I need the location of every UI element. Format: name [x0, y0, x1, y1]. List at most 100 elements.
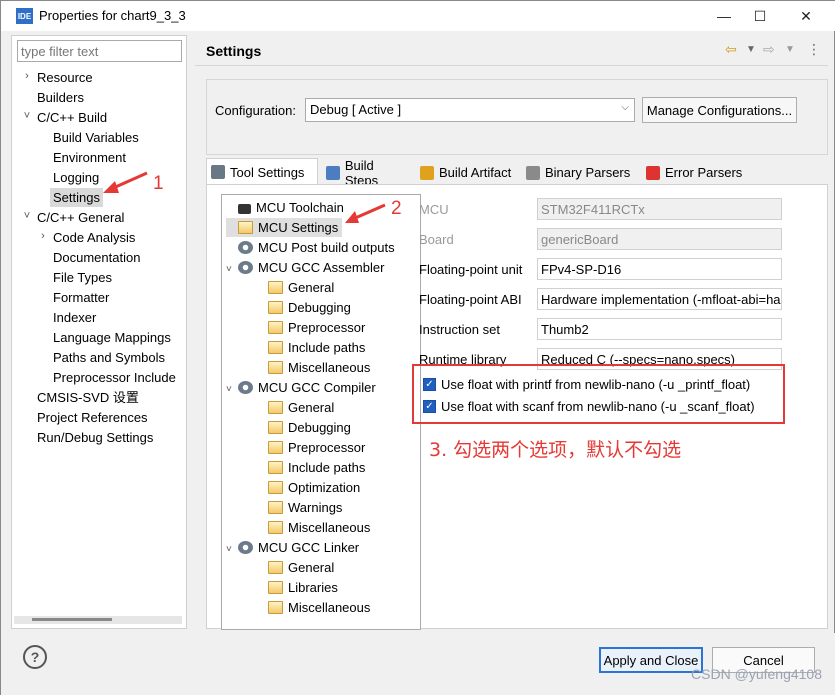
annotation-three: 3. 勾选两个选项，默认不勾选 — [429, 439, 682, 461]
field-label: Board — [419, 232, 454, 247]
tab-error-parsers[interactable]: Error Parsers — [642, 161, 756, 184]
tool-tree-item[interactable]: MCU Settings — [226, 218, 343, 237]
chevron-down-icon: ˅ — [226, 384, 232, 395]
folder-icon — [268, 401, 283, 414]
folder-icon — [268, 481, 283, 494]
forward-arrow-icon[interactable]: ⇨ — [763, 41, 775, 58]
back-dropdown-icon[interactable]: ▼ — [746, 44, 756, 55]
tool-tree-child[interactable]: Warnings — [256, 498, 342, 517]
tool-tree-item[interactable]: MCU Toolchain — [226, 198, 344, 217]
nav-item[interactable]: Builders — [37, 88, 84, 107]
tool-tree-child[interactable]: Include paths — [256, 458, 365, 477]
folder-icon — [268, 561, 283, 574]
folder-icon — [268, 501, 283, 514]
nav-item[interactable]: Code Analysis — [53, 228, 135, 247]
tool-tree-label: MCU GCC Compiler — [258, 380, 376, 395]
tool-tree-label: MCU GCC Linker — [258, 540, 360, 555]
tab-label: Binary Parsers — [545, 165, 631, 180]
tab-tool-settings[interactable]: Tool Settings — [206, 158, 318, 185]
field-value[interactable]: FPv4-SP-D16 — [537, 258, 782, 280]
chevron-down-icon: ˅ — [226, 544, 232, 555]
tool-tree-child[interactable]: Preprocessor — [256, 318, 365, 337]
nav-item[interactable]: Logging — [53, 168, 99, 187]
chevron-down-icon[interactable]: ˅ — [21, 210, 33, 222]
nav-item[interactable]: Formatter — [53, 288, 109, 307]
scrollbar-thumb[interactable] — [32, 618, 112, 621]
tool-tree-child[interactable]: Libraries — [256, 578, 338, 597]
tool-tree-child[interactable]: Miscellaneous — [256, 358, 370, 377]
tab-build-steps[interactable]: Build Steps — [322, 158, 414, 188]
tool-tree-child[interactable]: Miscellaneous — [256, 598, 370, 617]
tool-tree-label: MCU Settings — [258, 220, 339, 235]
chevron-right-icon[interactable]: › — [37, 230, 49, 242]
tool-tree-child[interactable]: Debugging — [256, 298, 351, 317]
tool-tree-label: Optimization — [288, 480, 361, 495]
tool-tree-item[interactable]: ˅ MCU GCC Linker — [226, 538, 359, 557]
tool-tree-child[interactable]: Preprocessor — [256, 438, 365, 457]
chevron-down-icon: ⌵ — [621, 102, 629, 113]
annotation-one: 1 — [153, 173, 164, 194]
tool-tree: MCU Toolchain MCU Settings MCU Post build … — [221, 194, 421, 630]
gear-icon — [238, 261, 253, 274]
tool-tree-child[interactable]: Debugging — [256, 418, 351, 437]
nav-item[interactable]: Resource — [37, 68, 93, 87]
tab-label: Build Artifact — [439, 165, 512, 180]
nav-item[interactable]: Environment — [53, 148, 126, 167]
tool-tree-child[interactable]: Miscellaneous — [256, 518, 370, 537]
nav-item[interactable]: Run/Debug Settings — [37, 428, 153, 447]
back-arrow-icon[interactable]: ⇦ — [725, 41, 737, 58]
tool-tree-child[interactable]: General — [256, 278, 334, 297]
error-parsers-icon — [646, 165, 660, 180]
folder-icon — [268, 361, 283, 374]
annotation-arrow-one — [103, 171, 148, 193]
tool-tree-item[interactable]: ˅ MCU GCC Compiler — [226, 378, 376, 397]
build-artifact-icon — [420, 165, 434, 180]
folder-icon — [268, 421, 283, 434]
horizontal-scrollbar[interactable] — [14, 616, 182, 624]
nav-item[interactable]: Language Mappings — [53, 328, 171, 347]
apply-and-close-button[interactable]: Apply and Close — [599, 647, 703, 673]
nav-item[interactable]: Project References — [37, 408, 148, 427]
nav-item[interactable]: Build Variables — [53, 128, 139, 147]
folder-icon — [268, 441, 283, 454]
forward-dropdown-icon[interactable]: ▼ — [785, 44, 795, 55]
view-menu-icon[interactable]: ⋮ — [807, 41, 821, 58]
tool-tree-label: Miscellaneous — [288, 520, 371, 535]
chevron-right-icon[interactable]: › — [21, 70, 33, 82]
help-icon[interactable]: ? — [23, 645, 47, 669]
tab-binary-parsers[interactable]: Binary Parsers — [522, 161, 638, 184]
nav-item[interactable]: CMSIS-SVD 设置 — [37, 388, 139, 407]
close-icon[interactable]: ✕ — [788, 5, 824, 27]
annotation-two: 2 — [391, 198, 402, 219]
annotation-arrow-two — [345, 203, 386, 223]
tab-build-artifact[interactable]: Build Artifact — [416, 161, 520, 184]
folder-icon — [268, 301, 283, 314]
manage-configurations-button[interactable]: Manage Configurations... — [642, 97, 797, 123]
folder-icon — [268, 601, 283, 614]
category-panel: › ResourceBuilders ˅ C/C++ BuildBuild Varia… — [11, 35, 187, 629]
nav-item[interactable]: Indexer — [53, 308, 96, 327]
field-value[interactable]: Thumb2 — [537, 318, 782, 340]
configuration-select[interactable]: Debug [ Active ] ⌵ — [305, 98, 635, 122]
nav-item[interactable]: C/C++ Build — [37, 108, 107, 127]
tool-tree-label: Debugging — [288, 300, 351, 315]
tool-tree-child[interactable]: Optimization — [256, 478, 360, 497]
minimize-icon[interactable]: — — [706, 5, 742, 27]
tool-tree-child[interactable]: General — [256, 558, 334, 577]
tab-label: Build Steps — [344, 157, 379, 188]
nav-item[interactable]: C/C++ General — [37, 208, 124, 227]
filter-input[interactable] — [17, 40, 182, 62]
nav-item[interactable]: File Types — [53, 268, 112, 287]
tool-tree-item[interactable]: MCU Post build outputs — [226, 238, 395, 257]
tool-tree-child[interactable]: General — [256, 398, 334, 417]
tool-tree-child[interactable]: Include paths — [256, 338, 365, 357]
field-label: Floating-point unit — [419, 262, 523, 277]
nav-item[interactable]: Preprocessor Include — [53, 368, 176, 387]
chevron-down-icon[interactable]: ˅ — [21, 110, 33, 122]
nav-item[interactable]: Paths and Symbols — [53, 348, 165, 367]
maximize-icon[interactable]: ☐ — [742, 5, 778, 27]
nav-item[interactable]: Settings — [50, 188, 103, 207]
nav-item[interactable]: Documentation — [53, 248, 140, 267]
tool-tree-item[interactable]: ˅ MCU GCC Assembler — [226, 258, 384, 277]
field-value[interactable]: Hardware implementation (-mfloat-abi=har… — [537, 288, 782, 310]
